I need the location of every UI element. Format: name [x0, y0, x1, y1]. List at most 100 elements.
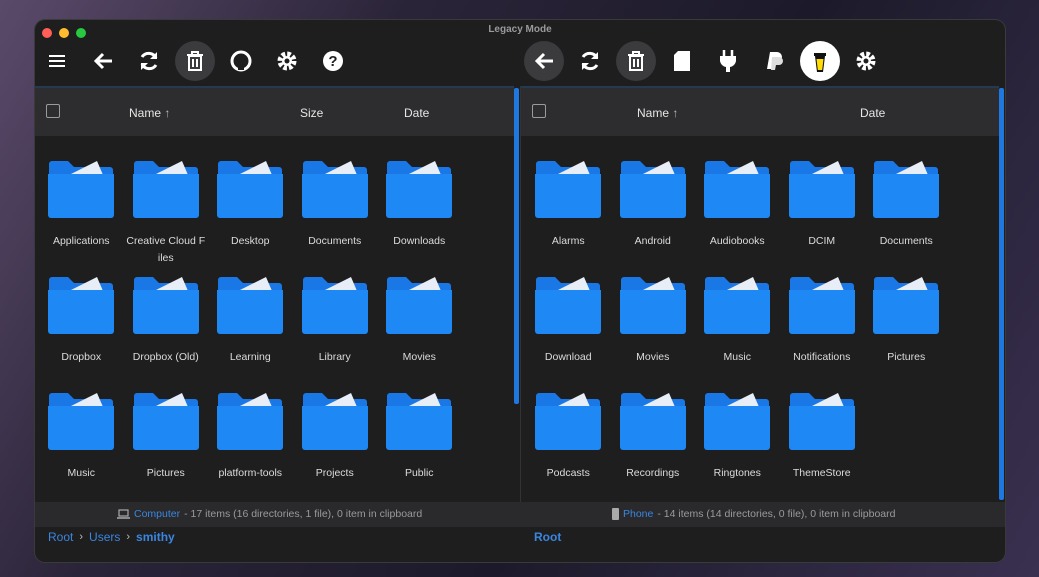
refresh-button[interactable] — [129, 41, 169, 81]
settings-button[interactable] — [846, 41, 886, 81]
folder-item[interactable]: Downloads — [377, 158, 462, 274]
folder-item[interactable]: Audiobooks — [695, 158, 780, 274]
folder-icon — [301, 274, 369, 339]
refresh-icon — [140, 51, 158, 71]
laptop-icon — [117, 509, 130, 519]
folder-icon — [534, 390, 602, 455]
folder-item[interactable]: Dropbox (Old) — [124, 274, 209, 390]
folder-label: Library — [318, 351, 351, 363]
folder-label: Download — [544, 351, 592, 363]
date-column-header[interactable]: Date — [860, 106, 885, 120]
plug-icon — [720, 50, 736, 72]
folder-icon — [872, 274, 940, 339]
folder-icon — [301, 158, 369, 223]
folder-icon — [216, 390, 284, 455]
folder-label: Notifications — [793, 351, 851, 363]
right-scrollbar[interactable] — [999, 88, 1004, 500]
menu-button[interactable] — [37, 41, 77, 81]
breadcrumb-root[interactable]: Root — [534, 530, 561, 544]
folder-label: Movies — [636, 351, 670, 363]
folder-label: Alarms — [551, 235, 585, 247]
folder-label: Documents — [308, 235, 362, 247]
paypal-button[interactable] — [754, 41, 794, 81]
sd-card-button[interactable] — [662, 41, 702, 81]
breadcrumb-root[interactable]: Root — [48, 530, 73, 544]
name-column-header[interactable]: Name ↑ — [637, 106, 678, 120]
left-pane: Name ↑ Size Date Applications Creative Cl… — [35, 86, 520, 502]
trash-button[interactable] — [175, 41, 215, 81]
size-column-header[interactable]: Size — [300, 106, 323, 120]
folder-label: ThemeStore — [792, 467, 851, 479]
computer-link[interactable]: Computer — [134, 508, 180, 520]
plug-button[interactable] — [708, 41, 748, 81]
folder-item[interactable]: Music — [39, 390, 124, 506]
folder-item[interactable]: Podcasts — [526, 390, 611, 506]
folder-item[interactable]: Documents — [864, 158, 949, 274]
folder-item[interactable]: DCIM — [780, 158, 865, 274]
left-column-header: Name ↑ Size Date — [35, 86, 514, 136]
folder-item[interactable]: Learning — [208, 274, 293, 390]
folder-item[interactable]: Download — [526, 274, 611, 390]
folder-item[interactable]: Movies — [611, 274, 696, 390]
folder-item[interactable]: Desktop — [208, 158, 293, 274]
folder-item[interactable]: Ringtones — [695, 390, 780, 506]
right-breadcrumb: Root — [534, 530, 561, 544]
folder-item[interactable]: Library — [293, 274, 378, 390]
folder-label: Downloads — [393, 235, 446, 247]
folder-item[interactable]: Public — [377, 390, 462, 506]
folder-item[interactable]: ThemeStore — [780, 390, 865, 506]
folder-item[interactable]: platform-tools — [208, 390, 293, 506]
folder-label: Audiobooks — [709, 235, 765, 247]
buy-me-coffee-icon — [814, 53, 826, 72]
folder-icon — [619, 274, 687, 339]
buy-me-coffee-button[interactable] — [800, 41, 840, 81]
github-button[interactable] — [221, 41, 261, 81]
date-column-header[interactable]: Date — [404, 106, 429, 120]
back-button[interactable] — [524, 41, 564, 81]
folder-label: Music — [67, 467, 95, 479]
select-all-checkbox[interactable] — [532, 104, 546, 118]
folder-item[interactable]: Documents — [293, 158, 378, 274]
name-column-header[interactable]: Name ↑ — [129, 106, 170, 120]
breadcrumb-users[interactable]: Users — [89, 530, 120, 544]
phone-link[interactable]: Phone — [623, 508, 653, 520]
app-window: Legacy Mode ? Name ↑ Size Date Applicati… — [35, 20, 1005, 562]
folder-item[interactable]: Creative Cloud Files — [124, 158, 209, 274]
folder-item[interactable]: Notifications — [780, 274, 865, 390]
folder-icon — [385, 274, 453, 339]
folder-item[interactable]: Pictures — [864, 274, 949, 390]
breadcrumb-smithy[interactable]: smithy — [136, 530, 175, 544]
folder-item[interactable]: Dropbox — [39, 274, 124, 390]
gear-icon — [277, 51, 297, 71]
menu-icon — [49, 55, 65, 67]
trash-button[interactable] — [616, 41, 656, 81]
help-button[interactable]: ? — [313, 41, 353, 81]
folder-item[interactable]: Applications — [39, 158, 124, 274]
left-breadcrumb: Root › Users › smithy — [48, 530, 175, 544]
folder-item[interactable]: Android — [611, 158, 696, 274]
back-button[interactable] — [83, 41, 123, 81]
folder-item[interactable]: Alarms — [526, 158, 611, 274]
left-scrollbar[interactable] — [514, 88, 519, 404]
folder-icon — [788, 274, 856, 339]
folder-icon — [534, 274, 602, 339]
folder-item[interactable]: Projects — [293, 390, 378, 506]
folder-label: Recordings — [626, 467, 680, 479]
settings-button[interactable] — [267, 41, 307, 81]
folder-label: Pictures — [146, 467, 185, 479]
folder-item[interactable]: Recordings — [611, 390, 696, 506]
folder-item[interactable]: Movies — [377, 274, 462, 390]
gear-icon — [856, 51, 876, 71]
refresh-button[interactable] — [570, 41, 610, 81]
folder-icon — [703, 158, 771, 223]
folder-label: Android — [634, 235, 671, 247]
folder-item[interactable]: Music — [695, 274, 780, 390]
sd-card-icon — [674, 51, 690, 71]
folder-item[interactable]: Pictures — [124, 390, 209, 506]
window-title: Legacy Mode — [488, 24, 552, 35]
folder-label: Music — [723, 351, 751, 363]
right-status: Phone - 14 items (14 directories, 0 file… — [612, 508, 895, 520]
select-all-checkbox[interactable] — [46, 104, 60, 118]
right-toolbar — [524, 40, 892, 82]
trash-icon — [187, 51, 203, 71]
